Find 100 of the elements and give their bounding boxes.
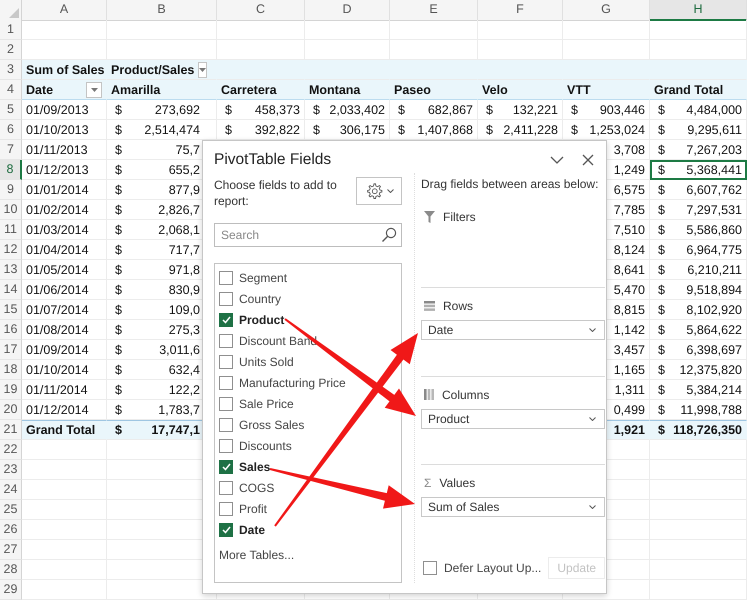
row-header[interactable]: 19 xyxy=(0,380,22,400)
column-header[interactable]: E xyxy=(390,0,478,21)
field-label[interactable]: Sale Price xyxy=(239,396,294,410)
search-field[interactable]: Search xyxy=(214,223,402,247)
checkbox[interactable] xyxy=(219,438,233,452)
checkbox[interactable] xyxy=(219,480,233,494)
row-header[interactable]: 6 xyxy=(0,120,22,140)
table-cell: $ 5,586,860 xyxy=(650,220,747,240)
table-cell: $ 6,398,697 xyxy=(650,340,747,360)
table-cell: $ 6,210,211 xyxy=(650,260,747,280)
field-label[interactable]: Date xyxy=(239,522,266,536)
row-header[interactable]: 24 xyxy=(0,480,22,500)
row-header[interactable]: 17 xyxy=(0,340,22,360)
checkbox[interactable] xyxy=(219,312,233,326)
field-label[interactable]: Units Sold xyxy=(239,354,294,368)
checkbox[interactable] xyxy=(423,561,437,575)
field-dropdown[interactable]: Product xyxy=(421,408,606,428)
checkbox[interactable] xyxy=(219,376,233,390)
row-header[interactable]: 1 xyxy=(0,20,22,40)
row-header[interactable]: 23 xyxy=(0,460,22,480)
filter-button[interactable] xyxy=(198,62,208,78)
table-cell: $ 903,446 xyxy=(563,100,650,120)
row-header[interactable]: 3 xyxy=(0,60,22,80)
field-dropdown[interactable]: Date xyxy=(421,320,606,340)
checkbox-label[interactable]: Defer Layout Up... xyxy=(444,561,542,575)
row-header[interactable]: 4 xyxy=(0,80,22,100)
row-header[interactable]: 8 xyxy=(0,160,22,180)
checkbox[interactable] xyxy=(219,418,233,432)
caret-icon xyxy=(589,416,596,420)
checkbox[interactable] xyxy=(219,354,233,368)
filter-button[interactable] xyxy=(86,82,102,98)
row-header[interactable]: 13 xyxy=(0,260,22,280)
table-cell: 01/01/2014 xyxy=(22,180,107,200)
more-tables-link[interactable]: More Tables... xyxy=(219,548,294,562)
checkbox[interactable] xyxy=(219,502,233,516)
row-header[interactable]: 20 xyxy=(0,400,22,420)
column-header[interactable]: H xyxy=(650,0,747,21)
field-label[interactable]: Gross Sales xyxy=(239,418,304,432)
row-header[interactable]: 26 xyxy=(0,520,22,540)
row-header[interactable]: 25 xyxy=(0,500,22,520)
close-icon[interactable] xyxy=(582,154,594,166)
column-header[interactable]: G xyxy=(563,0,650,21)
row-header[interactable]: 27 xyxy=(0,540,22,560)
gear-icon xyxy=(364,182,382,200)
checkbox[interactable] xyxy=(219,522,233,536)
selected-cell[interactable]: $ 5,368,441 xyxy=(650,160,747,180)
row-header[interactable]: 15 xyxy=(0,300,22,320)
row-header[interactable]: 21 xyxy=(0,420,22,440)
field-label[interactable]: Country xyxy=(239,292,282,306)
settings-button[interactable] xyxy=(356,177,402,205)
row-header[interactable]: 22 xyxy=(0,440,22,460)
row-header[interactable]: 5 xyxy=(0,100,22,120)
table-cell: Paseo xyxy=(390,80,478,100)
row-header[interactable]: 29 xyxy=(0,580,22,600)
columns-icon xyxy=(424,389,434,400)
field-label[interactable]: Manufacturing Price xyxy=(239,376,346,390)
column-header[interactable]: D xyxy=(305,0,390,21)
field-label[interactable]: COGS xyxy=(239,480,274,494)
chevron-down-icon[interactable] xyxy=(550,156,564,164)
checkmark-icon xyxy=(222,462,230,470)
caret-icon xyxy=(90,88,98,92)
row-header[interactable]: 11 xyxy=(0,220,22,240)
checkmark-icon xyxy=(222,316,230,324)
row-header[interactable]: 12 xyxy=(0,240,22,260)
field-label[interactable]: Segment xyxy=(239,270,288,284)
table-cell: $ 132,221 xyxy=(478,100,563,120)
field-label[interactable]: Product xyxy=(239,312,284,326)
row-header[interactable]: 14 xyxy=(0,280,22,300)
row-header[interactable]: 28 xyxy=(0,560,22,580)
field-label[interactable]: Profit xyxy=(239,502,268,516)
field-dropdown[interactable]: Sum of Sales xyxy=(421,497,606,518)
column-header[interactable]: C xyxy=(217,0,305,21)
table-cell: $ 458,373 xyxy=(217,100,305,120)
search-icon[interactable] xyxy=(381,227,397,243)
row-header[interactable]: 16 xyxy=(0,320,22,340)
caret-icon xyxy=(386,189,394,193)
table-cell: $ 8,102,920 xyxy=(650,300,747,320)
table-cell: Amarilla xyxy=(107,80,217,100)
field-label[interactable]: Discounts xyxy=(239,438,292,452)
row-header[interactable]: 9 xyxy=(0,180,22,200)
checkbox[interactable] xyxy=(219,334,233,348)
checkbox[interactable] xyxy=(219,460,233,474)
table-cell: $ 4,484,000 xyxy=(650,100,747,120)
checkbox[interactable] xyxy=(219,396,233,410)
column-header[interactable]: F xyxy=(478,0,563,21)
table-cell: Sum of Sales xyxy=(22,60,107,80)
checkbox[interactable] xyxy=(219,270,233,284)
column-header[interactable]: B xyxy=(107,0,217,21)
checkbox[interactable] xyxy=(219,292,233,306)
sigma-icon: Σ xyxy=(424,476,432,490)
row-header[interactable]: 2 xyxy=(0,40,22,60)
table-cell: 01/10/2013 xyxy=(22,120,107,140)
column-header[interactable]: A xyxy=(22,0,107,21)
table-cell: 01/12/2013 xyxy=(22,160,107,180)
field-label[interactable]: Sales xyxy=(239,460,270,474)
caret-icon xyxy=(589,328,596,332)
table-cell: Carretera xyxy=(217,80,305,100)
row-header[interactable]: 18 xyxy=(0,360,22,380)
row-header[interactable]: 7 xyxy=(0,140,22,160)
row-header[interactable]: 10 xyxy=(0,200,22,220)
